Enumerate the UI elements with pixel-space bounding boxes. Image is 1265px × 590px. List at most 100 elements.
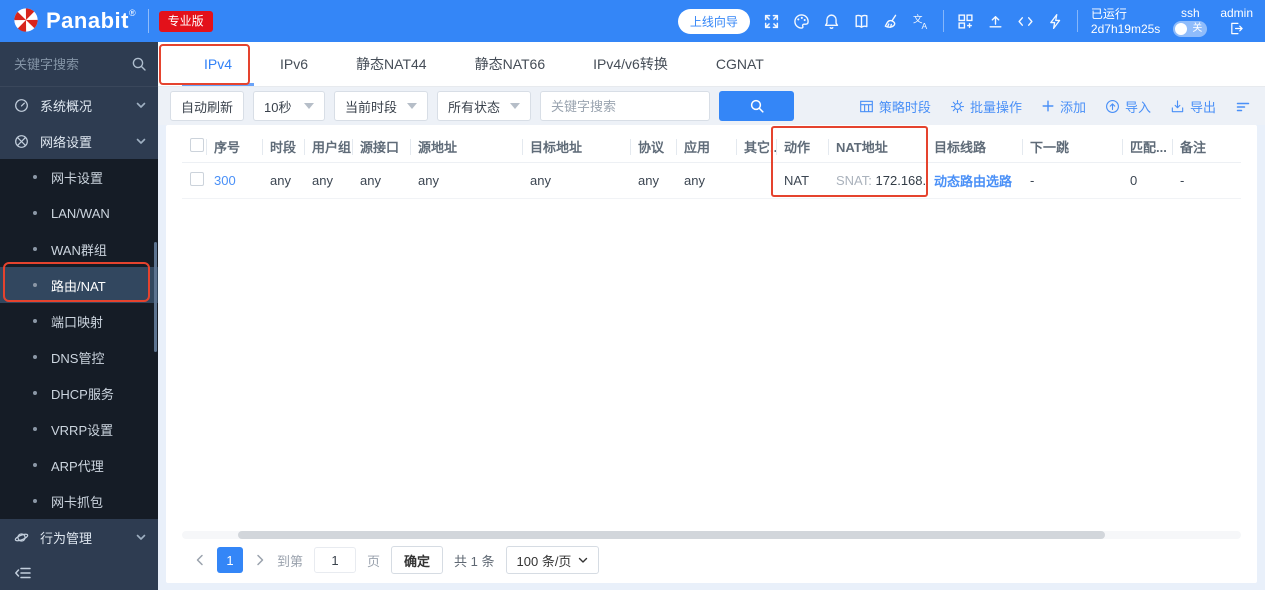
export-button[interactable]: 导出 (1170, 97, 1216, 116)
col-header-match[interactable]: 匹配... (1122, 137, 1172, 156)
upgrade-icon[interactable] (987, 13, 1004, 30)
diagnostics-bolt-icon[interactable] (1047, 13, 1064, 30)
language-translate-icon[interactable]: 文A (913, 13, 930, 30)
next-page-icon[interactable] (254, 554, 266, 566)
bullet-icon (33, 211, 37, 215)
tab-ipv4[interactable]: IPv4 (180, 42, 256, 86)
modules-grid-icon[interactable] (957, 13, 974, 30)
tab-ipv6[interactable]: IPv6 (256, 42, 332, 86)
sidebar-item-system-overview[interactable]: 系统概况 (0, 87, 158, 123)
goto-page-input[interactable] (314, 547, 357, 573)
logout-icon[interactable] (1229, 21, 1244, 36)
col-header-src-addr[interactable]: 源地址 (410, 137, 522, 156)
topbar-actions: 上线向导 文A 已运行 2d7h19m25s ssh 关 admin (677, 6, 1265, 37)
page-unit-label: 页 (367, 553, 381, 569)
action-label: 添加 (1059, 99, 1086, 115)
col-header-seq[interactable]: 序号 (206, 137, 262, 156)
main-content: IPv4 IPv6 静态NAT44 静态NAT66 IPv4/v6转换 CGNA… (158, 42, 1265, 590)
page-number-button[interactable]: 1 (217, 547, 243, 573)
col-header-app[interactable]: 应用 (676, 137, 736, 156)
uptime-value: 2d7h19m25s (1090, 21, 1161, 36)
notifications-bell-icon[interactable] (823, 13, 840, 30)
theme-palette-icon[interactable] (793, 13, 810, 30)
sidebar-search (0, 42, 158, 87)
row-checkbox[interactable] (190, 172, 204, 186)
bullet-icon (33, 175, 37, 179)
caret-down-icon (510, 103, 521, 109)
col-header-nat-addr[interactable]: NAT地址 (828, 137, 926, 156)
tab-cgnat[interactable]: CGNAT (692, 42, 788, 86)
add-rule-button[interactable]: 添加 (1041, 97, 1086, 116)
select-all-checkbox[interactable] (190, 138, 204, 152)
pinwheel-logo-icon (14, 8, 38, 32)
col-header-src-if[interactable]: 源接口 (352, 137, 410, 156)
code-console-icon[interactable] (1017, 13, 1034, 30)
ssh-toggle[interactable]: 关 (1173, 20, 1208, 37)
username-label: admin (1220, 6, 1253, 20)
col-header-protocol[interactable]: 协议 (630, 137, 676, 156)
sidebar-item-vrrp-settings[interactable]: VRRP设置 (0, 411, 158, 447)
horizontal-scrollbar-thumb[interactable] (238, 531, 1105, 539)
tab-static-nat44[interactable]: 静态NAT44 (332, 42, 451, 86)
sidebar-item-behavior-management[interactable]: 行为管理 (0, 519, 158, 555)
refresh-interval-select[interactable]: 10秒 (253, 91, 326, 121)
network-globe-icon (15, 134, 28, 148)
status-filter-select[interactable]: 所有状态 (437, 91, 532, 121)
rule-seq-link[interactable]: 300 (214, 173, 236, 188)
sidebar-item-dhcp-service[interactable]: DHCP服务 (0, 375, 158, 411)
sidebar-item-nic-settings[interactable]: 网卡设置 (0, 159, 158, 195)
search-icon[interactable] (131, 56, 147, 72)
toggle-knob (1175, 22, 1188, 35)
confirm-page-button[interactable]: 确定 (391, 546, 444, 574)
gauge-icon (15, 98, 28, 112)
tab-static-nat66[interactable]: 静态NAT66 (451, 42, 570, 86)
tab-ipv4-v6-convert[interactable]: IPv4/v6转换 (569, 42, 692, 86)
col-header-period[interactable]: 时段 (262, 137, 304, 156)
sidebar-item-wan-group[interactable]: WAN群组 (0, 231, 158, 267)
chevron-down-icon (136, 534, 146, 540)
keyword-search-input[interactable] (540, 91, 711, 121)
col-header-other[interactable]: 其它... (736, 137, 776, 156)
import-button[interactable]: 导入 (1105, 97, 1151, 116)
time-period-select[interactable]: 当前时段 (334, 91, 429, 121)
col-header-remark[interactable]: 备注 (1172, 137, 1232, 156)
sidebar-item-network-settings[interactable]: 网络设置 (0, 123, 158, 159)
sidebar-item-label: 路由/NAT (51, 278, 106, 294)
column-settings-icon[interactable] (1235, 98, 1251, 114)
col-header-action[interactable]: 动作 (776, 137, 828, 156)
dst-line-link[interactable]: 动态路由选路 (934, 174, 1012, 189)
sidebar-item-label: LAN/WAN (51, 205, 110, 221)
cleanup-broom-icon[interactable] (883, 13, 900, 30)
brand-logo[interactable]: Panabit ® (0, 6, 136, 36)
col-header-next-hop[interactable]: 下一跳 (1022, 137, 1122, 156)
onboarding-wizard-button[interactable]: 上线向导 (677, 8, 750, 34)
col-header-dst-addr[interactable]: 目标地址 (522, 137, 630, 156)
sidebar-item-route-nat[interactable]: 路由/NAT (0, 267, 158, 303)
batch-operation-button[interactable]: 批量操作 (950, 97, 1022, 116)
action-label: 批量操作 (969, 99, 1022, 115)
search-button[interactable] (719, 91, 795, 121)
rules-table-panel: 序号 时段 用户组 源接口 源地址 目标地址 协议 应用 其它... 动作 NA… (166, 125, 1257, 583)
bullet-icon (33, 463, 37, 467)
page-size-select[interactable]: 100 条/页 (505, 546, 600, 574)
cell-protocol: any (638, 173, 659, 188)
sidebar-item-dns-control[interactable]: DNS管控 (0, 339, 158, 375)
policy-schedule-button[interactable]: 策略时段 (859, 97, 931, 116)
chevron-down-icon (136, 102, 146, 108)
sidebar-scrollbar[interactable] (154, 242, 157, 352)
col-header-user-group[interactable]: 用户组 (304, 137, 352, 156)
bullet-icon (33, 427, 37, 431)
auto-refresh-button[interactable]: 自动刷新 (170, 91, 245, 121)
sidebar-item-packet-capture[interactable]: 网卡抓包 (0, 483, 158, 519)
table-actions: 策略时段 批量操作 添加 导入 导出 (859, 97, 1251, 116)
prev-page-icon[interactable] (194, 554, 206, 566)
collapse-sidebar-button[interactable] (0, 556, 158, 590)
sidebar-item-port-mapping[interactable]: 端口映射 (0, 303, 158, 339)
docs-book-icon[interactable] (853, 13, 870, 30)
sidebar-item-arp-proxy[interactable]: ARP代理 (0, 447, 158, 483)
fullscreen-icon[interactable] (763, 13, 780, 30)
sidebar-item-lan-wan[interactable]: LAN/WAN (0, 195, 158, 231)
caret-down-icon (304, 103, 315, 109)
sidebar-item-label: 端口映射 (51, 314, 104, 330)
col-header-dst-line[interactable]: 目标线路 (926, 137, 1022, 156)
